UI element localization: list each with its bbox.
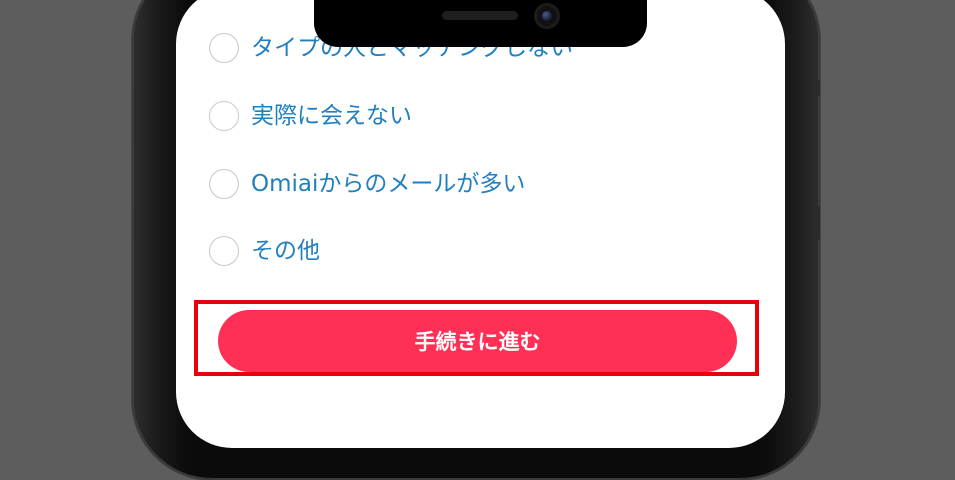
radio-button[interactable]: [209, 33, 239, 63]
option-label: その他: [251, 238, 320, 264]
option-label: Omiaiからのメールが多い: [251, 171, 526, 197]
option-cannot-meet[interactable]: 実際に会えない: [209, 99, 412, 133]
front-camera-icon: [534, 3, 560, 29]
option-too-many-emails[interactable]: Omiaiからのメールが多い: [209, 167, 525, 201]
volume-up-button: [134, 90, 138, 144]
phone-screen: [176, 0, 785, 448]
radio-button[interactable]: [209, 169, 239, 199]
highlight-box: [194, 300, 759, 376]
volume-down-button: [134, 210, 138, 240]
option-label: 実際に会えない: [251, 103, 412, 129]
power-button: [816, 80, 820, 96]
speaker-grille: [442, 11, 518, 20]
phone-notch: [314, 0, 647, 47]
radio-button[interactable]: [209, 101, 239, 131]
radio-button[interactable]: [209, 236, 239, 266]
power-button-lower: [816, 206, 820, 240]
option-other[interactable]: その他: [209, 234, 320, 268]
